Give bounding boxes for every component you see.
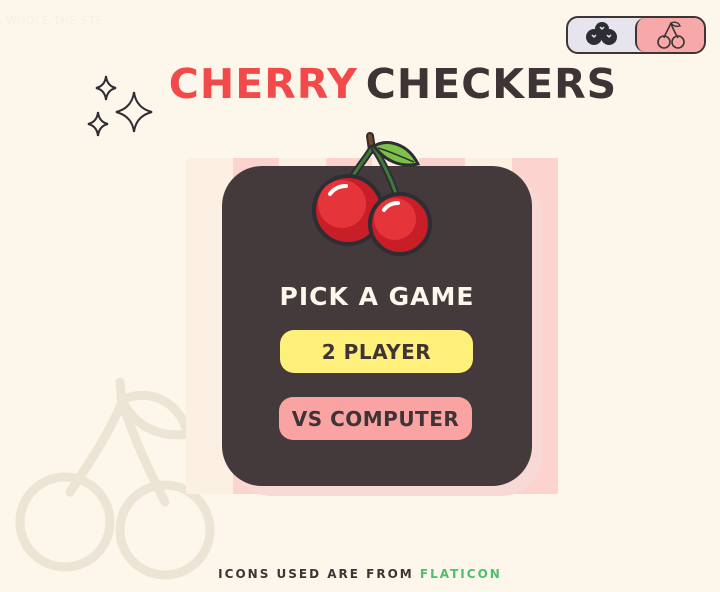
attribution-text: ICONS USED ARE FROM	[218, 567, 414, 581]
two-player-button[interactable]: 2 PLAYER	[280, 330, 473, 373]
title-part-cherry: CHERRY	[168, 60, 358, 108]
blueberry-icon	[585, 22, 617, 45]
faint-corner-text: WHOLE THE STE	[6, 14, 103, 27]
theme-toggle[interactable]	[566, 16, 706, 54]
pick-a-game-heading: PICK A GAME	[279, 282, 475, 311]
title-part-checkers: CHECKERS	[365, 60, 618, 108]
attribution-footer: ICONS USED ARE FROM FLATICON	[0, 567, 720, 581]
cherry-theme-option[interactable]	[635, 18, 704, 52]
blueberry-theme-option[interactable]	[568, 18, 635, 52]
cherry-outline-icon	[656, 21, 685, 49]
vs-computer-button[interactable]: VS COMPUTER	[279, 397, 472, 440]
cherry-icon	[312, 132, 432, 256]
flaticon-link[interactable]: FLATICON	[420, 567, 502, 581]
game-title: CHERRY CHECKERS	[0, 60, 720, 108]
